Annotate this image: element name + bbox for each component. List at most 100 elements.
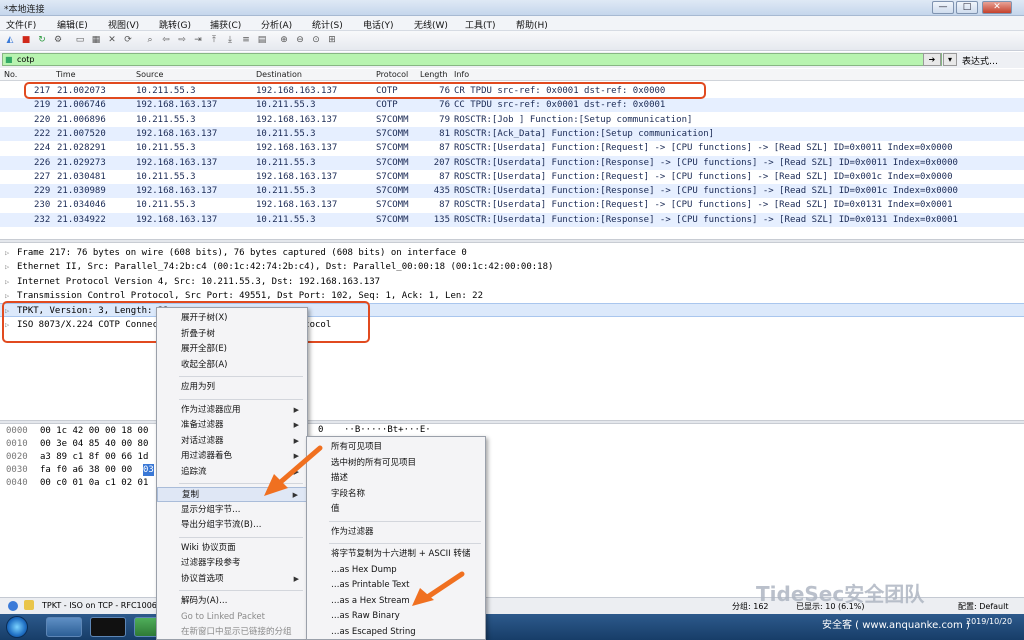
first-packet-icon[interactable]: ⤒	[208, 34, 220, 46]
context-menu-item[interactable]: 显示分组字节…	[157, 503, 307, 518]
menu-item-6[interactable]: 统计(S)	[312, 18, 343, 31]
pane-splitter[interactable]	[0, 239, 1024, 243]
packet-row[interactable]: 226 21.029273 192.168.163.137 10.211.55.3 S7…	[0, 155, 1024, 170]
shark-fin-start-icon[interactable]: ◭	[4, 34, 16, 46]
status-profile[interactable]: 配置: Default	[958, 601, 1008, 612]
submenu-item[interactable]: …as Escaped String	[307, 625, 485, 640]
packet-row[interactable]: 232 21.034922 192.168.163.137 10.211.55.3 S7…	[0, 212, 1024, 227]
menu-item-8[interactable]: 无线(W)	[414, 18, 448, 31]
zoom-in-icon[interactable]: ⊕	[278, 34, 290, 46]
minimize-button[interactable]: —	[932, 1, 954, 14]
submenu-item[interactable]: 描述	[307, 471, 485, 486]
submenu-item[interactable]: 字段名称	[307, 487, 485, 502]
expert-info-icon[interactable]	[8, 601, 18, 611]
col-length[interactable]: Length	[420, 70, 448, 79]
col-source[interactable]: Source	[136, 70, 163, 79]
find-icon[interactable]: ⌕	[144, 34, 156, 46]
col-info[interactable]: Info	[454, 70, 469, 79]
menu-item-1[interactable]: 编辑(E)	[57, 18, 88, 31]
submenu-item[interactable]: 将字节复制为十六进制 + ASCII 转储	[307, 547, 485, 562]
bytes-hex: fa f0 a6 38 00 00	[40, 465, 133, 475]
taskbar-explorer-icon[interactable]	[46, 617, 82, 637]
start-menu-icon[interactable]	[6, 616, 28, 638]
packet-list[interactable]: 217 21.002073 10.211.55.3 192.168.163.137 CO…	[0, 81, 1024, 239]
detail-tree-item[interactable]: ▷ Internet Protocol Version 4, Src: 10.21…	[0, 275, 1024, 289]
submenu-item[interactable]: …as Raw Binary	[307, 609, 485, 624]
menu-item-5[interactable]: 分析(A)	[261, 18, 292, 31]
stop-square-icon[interactable]: ■	[20, 34, 32, 46]
packet-info: ROSCTR:[Userdata] Function:[Request] -> …	[454, 143, 953, 154]
expand-triangle-icon[interactable]: ▷	[5, 246, 9, 260]
capture-file-icon[interactable]	[24, 600, 34, 610]
goto-packet-icon[interactable]: ⇥	[192, 34, 204, 46]
menu-item-label: 所有可见项目	[331, 442, 383, 452]
colorize-icon[interactable]: ▤	[256, 34, 268, 46]
expand-triangle-icon[interactable]: ▷	[5, 260, 9, 274]
context-menu-item[interactable]: Wiki 协议页面	[157, 541, 307, 556]
bookmark-icon[interactable]: ■	[5, 54, 13, 65]
context-menu-item[interactable]: 过滤器字段参考	[157, 556, 307, 571]
packet-row[interactable]: 222 21.007520 192.168.163.137 10.211.55.3 S7…	[0, 126, 1024, 141]
packet-row[interactable]: 227 21.030481 10.211.55.3 192.168.163.137 S7…	[0, 170, 1024, 184]
save-icon[interactable]: ▦	[90, 34, 102, 46]
expand-triangle-icon[interactable]: ▷	[5, 275, 9, 289]
menu-item-label: 协议首选项	[181, 573, 224, 584]
reload-icon[interactable]: ⟳	[122, 34, 134, 46]
packet-details-pane[interactable]: ▷ Frame 217: 76 bytes on wire (608 bits),…	[0, 244, 1024, 420]
close-file-icon[interactable]: ✕	[106, 34, 118, 46]
menu-item-7[interactable]: 电话(Y)	[363, 18, 394, 31]
context-menu-item[interactable]: 展开子树(X)	[157, 311, 307, 326]
menu-item-0[interactable]: 文件(F)	[6, 18, 36, 31]
options-gear-icon[interactable]: ⚙	[52, 34, 64, 46]
display-filter-input[interactable]: ■ cotp	[2, 53, 942, 66]
col-destination[interactable]: Destination	[256, 70, 302, 79]
back-arrow-icon[interactable]: ⇦	[160, 34, 172, 46]
context-menu-item[interactable]: 在新窗口中显示已链接的分组	[157, 625, 307, 640]
packet-bytes-pane[interactable]: 0 ··B·····Bt+···E· 0000 00 1c 42 00 00 18…	[0, 424, 1024, 596]
context-menu-item[interactable]: 收起全部(A)	[157, 358, 307, 373]
menu-item-9[interactable]: 工具(T)	[465, 18, 496, 31]
packet-row[interactable]: 229 21.030989 192.168.163.137 10.211.55.3 S7…	[0, 184, 1024, 199]
col-protocol[interactable]: Protocol	[376, 70, 408, 79]
menu-item-2[interactable]: 视图(V)	[108, 18, 139, 31]
submenu-item[interactable]: 作为过滤器	[307, 525, 485, 540]
packet-row[interactable]: 230 21.034046 10.211.55.3 192.168.163.137 S7…	[0, 198, 1024, 212]
filter-dropdown-icon[interactable]: ▾	[943, 53, 957, 66]
packet-row[interactable]: 224 21.028291 10.211.55.3 192.168.163.137 S7…	[0, 141, 1024, 155]
open-folder-icon[interactable]: ▭	[74, 34, 86, 46]
zoom-reset-icon[interactable]: ⊙	[310, 34, 322, 46]
submenu-item[interactable]: 选中树的所有可见项目	[307, 456, 485, 471]
maximize-button[interactable]: □	[956, 1, 978, 14]
context-menu-item[interactable]: 准备过滤器 ▶	[157, 418, 307, 433]
close-button[interactable]: ✕	[982, 1, 1012, 14]
last-packet-icon[interactable]: ⤓	[224, 34, 236, 46]
resize-columns-icon[interactable]: ⊞	[326, 34, 338, 46]
autoscroll-icon[interactable]: ≡	[240, 34, 252, 46]
context-menu-item[interactable]: 解码为(A)…	[157, 594, 307, 609]
menu-item-3[interactable]: 跳转(G)	[159, 18, 191, 31]
context-menu-item[interactable]: 展开全部(E)	[157, 342, 307, 357]
apply-filter-arrow-icon[interactable]: ➔	[923, 53, 941, 66]
context-menu-item[interactable]: Go to Linked Packet	[157, 610, 307, 625]
packet-row[interactable]: 220 21.006896 10.211.55.3 192.168.163.137 S7…	[0, 113, 1024, 127]
context-menu-item[interactable]: 导出分组字节流(B)…	[157, 518, 307, 533]
detail-tree-item[interactable]: ▷ Ethernet II, Src: Parallel_74:2b:c4 (00…	[0, 260, 1024, 274]
packet-row[interactable]: 219 21.006746 192.168.163.137 10.211.55.3 CO…	[0, 98, 1024, 113]
submenu-item[interactable]: 所有可见项目	[307, 440, 485, 455]
col-time[interactable]: Time	[56, 70, 76, 79]
context-menu-item[interactable]: 协议首选项 ▶	[157, 572, 307, 587]
context-menu-item[interactable]: 作为过滤器应用 ▶	[157, 403, 307, 418]
context-menu-item[interactable]: 应用为列	[157, 380, 307, 395]
menu-item-4[interactable]: 捕获(C)	[210, 18, 241, 31]
zoom-out-icon[interactable]: ⊖	[294, 34, 306, 46]
taskbar-cmd-icon[interactable]	[90, 617, 126, 637]
col-no[interactable]: No.	[4, 70, 17, 79]
restart-icon[interactable]: ↻	[36, 34, 48, 46]
forward-arrow-icon[interactable]: ⇨	[176, 34, 188, 46]
context-menu-item[interactable]: 折叠子树	[157, 327, 307, 342]
expression-button[interactable]: 表达式…	[962, 54, 998, 67]
menu-item-10[interactable]: 帮助(H)	[516, 18, 548, 31]
submenu-item[interactable]: 值	[307, 502, 485, 517]
menu-separator	[179, 590, 303, 591]
detail-tree-item[interactable]: ▷ Frame 217: 76 bytes on wire (608 bits),…	[0, 246, 1024, 260]
